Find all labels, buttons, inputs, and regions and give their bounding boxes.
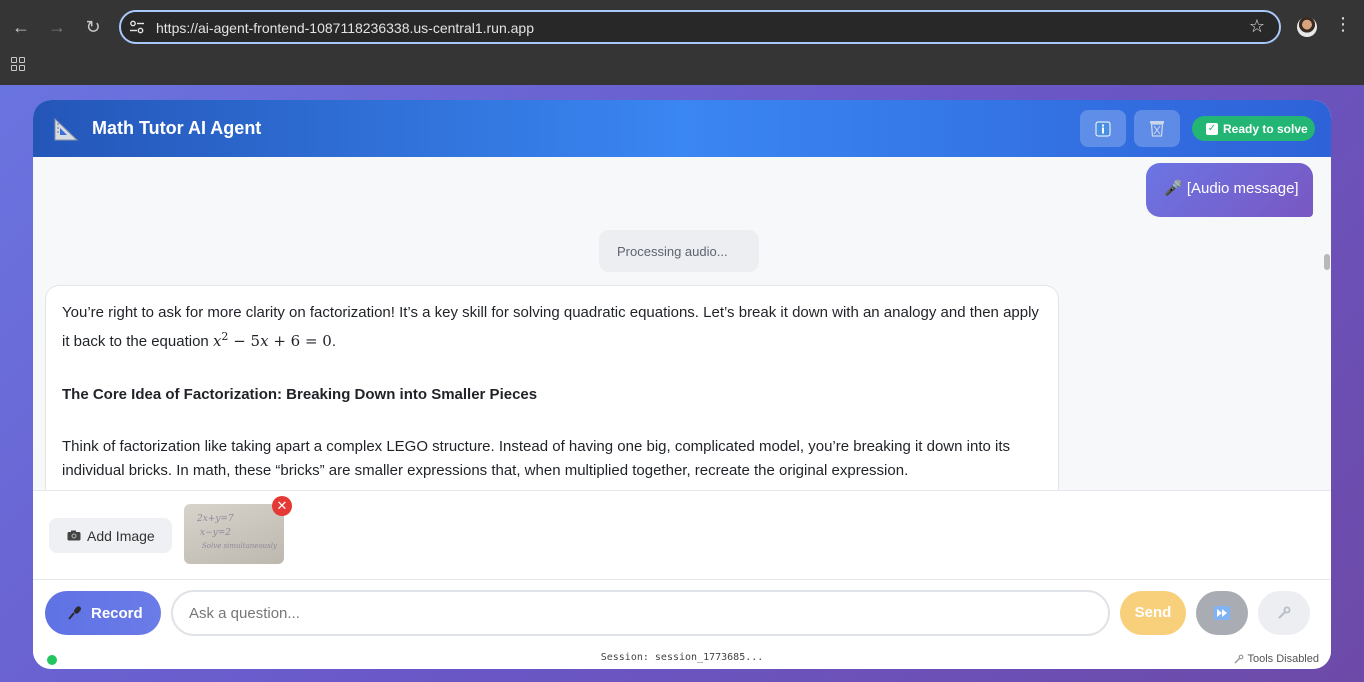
app-window: Math Tutor AI Agent ✓ Ready to solve 🎤 [… bbox=[33, 100, 1331, 669]
info-button[interactable] bbox=[1080, 110, 1126, 147]
chat-scrollbar[interactable] bbox=[1324, 254, 1330, 270]
tools-status-text: Tools Disabled bbox=[1247, 653, 1319, 665]
tools-button[interactable] bbox=[1258, 591, 1310, 635]
chat-messages[interactable]: 🎤 [Audio message] Processing audio... Yo… bbox=[33, 157, 1331, 490]
wrench-small-icon bbox=[1234, 654, 1244, 664]
back-arrow-icon[interactable]: ← bbox=[7, 13, 35, 41]
clear-chat-button[interactable] bbox=[1134, 110, 1180, 147]
message-paragraph: Think of factorization like taking apart… bbox=[62, 438, 1010, 479]
attached-image-thumbnail[interactable]: 2x+y=7 x−y=2 Solve simultaneously bbox=[184, 504, 284, 564]
handwriting-line: x−y=2 bbox=[200, 528, 231, 538]
handwriting-line: 2x+y=7 bbox=[197, 514, 234, 524]
bookmark-star-icon[interactable]: ☆ bbox=[1249, 16, 1265, 37]
handwriting-line: Solve simultaneously bbox=[202, 542, 277, 550]
site-settings-icon[interactable] bbox=[129, 19, 145, 35]
record-label: Record bbox=[91, 604, 143, 622]
attachment-bar: Add Image 2x+y=7 x−y=2 Solve simultaneou… bbox=[33, 490, 1331, 580]
intro-end: . bbox=[331, 333, 337, 350]
info-icon bbox=[1095, 121, 1111, 136]
user-audio-message: 🎤 [Audio message] bbox=[1146, 163, 1313, 217]
record-button[interactable]: Record bbox=[45, 591, 161, 635]
wrench-icon bbox=[1278, 606, 1291, 619]
remove-image-icon[interactable]: ✕ bbox=[272, 496, 292, 516]
session-id: Session: session_1773685... bbox=[600, 652, 764, 663]
processing-text: Processing audio... bbox=[617, 243, 728, 259]
message-heading: The Core Idea of Factorization: Breaking… bbox=[62, 386, 538, 403]
fast-forward-icon bbox=[1214, 606, 1230, 620]
triangle-ruler-icon bbox=[54, 117, 79, 141]
profile-avatar[interactable] bbox=[1297, 17, 1317, 37]
tools-status: Tools Disabled bbox=[1234, 653, 1319, 665]
add-image-button[interactable]: Add Image bbox=[49, 518, 172, 553]
equation: x2 − 5x + 6 = 0 bbox=[212, 330, 332, 350]
fast-forward-button[interactable] bbox=[1196, 591, 1248, 635]
intro-text: You’re right to ask for more clarity on … bbox=[62, 304, 1039, 350]
reload-icon[interactable]: ↻ bbox=[79, 13, 107, 41]
microphone-icon bbox=[68, 606, 81, 620]
camera-icon bbox=[67, 530, 81, 541]
send-button[interactable]: Send bbox=[1120, 591, 1186, 635]
message-intro: You’re right to ask for more clarity on … bbox=[62, 301, 1042, 354]
url-text[interactable]: https://ai-agent-frontend-1087118236338.… bbox=[156, 20, 534, 36]
wastebasket-icon bbox=[1150, 121, 1164, 137]
input-bar: Record Send bbox=[33, 580, 1331, 651]
apps-grid-icon[interactable] bbox=[11, 57, 25, 71]
more-menu-icon[interactable]: ⋮ bbox=[1334, 14, 1352, 35]
app-header: Math Tutor AI Agent ✓ Ready to solve bbox=[33, 100, 1331, 157]
status-footer: Session: session_1773685... Tools Disabl… bbox=[33, 651, 1331, 669]
address-bar[interactable]: https://ai-agent-frontend-1087118236338.… bbox=[119, 10, 1281, 44]
browser-chrome: ← → ↻ https://ai-agent-frontend-10871182… bbox=[0, 0, 1364, 85]
question-input[interactable] bbox=[171, 590, 1110, 636]
add-image-label: Add Image bbox=[87, 527, 155, 544]
check-icon: ✓ bbox=[1206, 122, 1218, 135]
forward-arrow-icon[interactable]: → bbox=[43, 13, 71, 41]
app-title: Math Tutor AI Agent bbox=[92, 118, 262, 138]
status-text: Ready to solve bbox=[1223, 121, 1308, 136]
assistant-message: You’re right to ask for more clarity on … bbox=[45, 285, 1059, 490]
processing-indicator: Processing audio... bbox=[599, 230, 759, 272]
status-badge: ✓ Ready to solve bbox=[1192, 116, 1315, 141]
